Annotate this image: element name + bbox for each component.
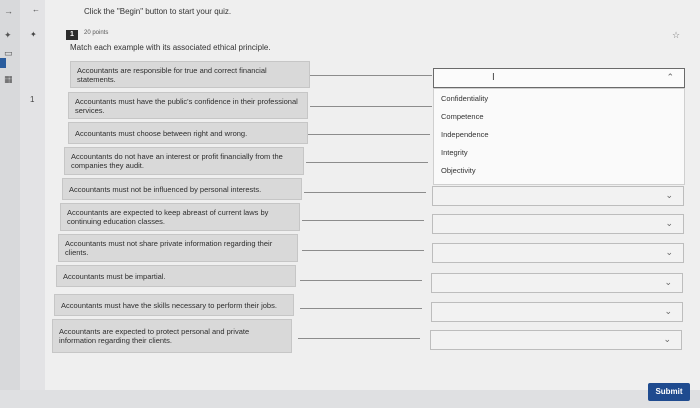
match-statement[interactable]: Accountants must have the skills necessa… xyxy=(54,294,294,316)
match-dropdown[interactable]: ⌄ xyxy=(431,273,683,293)
connector-line xyxy=(302,250,424,251)
chevron-down-icon[interactable]: ⌄ xyxy=(664,277,672,288)
match-dropdown[interactable]: ⌄ xyxy=(432,214,684,234)
nav-back-icon[interactable]: ← xyxy=(32,5,40,14)
chevron-down-icon[interactable]: ⌄ xyxy=(665,247,673,258)
submit-button[interactable]: Submit xyxy=(648,383,690,401)
match-statement[interactable]: Accountants are expected to keep abreast… xyxy=(60,203,300,231)
active-indicator xyxy=(0,58,6,68)
dropdown-menu: Confidentiality Competence Independence … xyxy=(433,88,685,185)
question-index-number[interactable]: 1 xyxy=(30,95,34,104)
question-number-badge: 1 xyxy=(66,30,78,40)
match-dropdown-open[interactable]: I ⌃ xyxy=(433,68,685,88)
connector-line xyxy=(306,162,428,163)
connector-line xyxy=(300,280,422,281)
connector-line xyxy=(304,192,426,193)
match-dropdown[interactable]: ⌄ xyxy=(432,186,684,206)
match-statement[interactable]: Accountants must be impartial. xyxy=(56,265,296,287)
grid-icon[interactable]: ▦ xyxy=(4,74,13,85)
flag-question-icon[interactable]: ☆ xyxy=(672,30,680,41)
question-index-column: ← ✦ 1 xyxy=(20,0,45,408)
connector-line xyxy=(308,134,430,135)
chevron-down-icon[interactable]: ⌄ xyxy=(665,218,673,229)
connector-line xyxy=(298,338,420,339)
chevron-down-icon[interactable]: ⌄ xyxy=(664,306,672,317)
match-statement[interactable]: Accountants are responsible for true and… xyxy=(70,61,310,88)
chevron-up-icon[interactable]: ⌃ xyxy=(666,72,674,83)
question-prompt: Match each example with its associated e… xyxy=(70,43,271,52)
dropdown-option[interactable]: Independence xyxy=(441,130,489,139)
browser-side-rail: → ✦ ▭ ▦ xyxy=(0,0,21,408)
dropdown-option[interactable]: Confidentiality xyxy=(441,94,488,103)
arrow-icon[interactable]: → xyxy=(4,6,13,16)
match-statement[interactable]: Accountants must not share private infor… xyxy=(58,234,298,262)
match-dropdown[interactable]: ⌄ xyxy=(430,330,682,350)
question-points: 20 points xyxy=(84,30,109,36)
dropdown-option[interactable]: Integrity xyxy=(441,148,468,157)
star-marker-icon: ✦ xyxy=(30,30,37,39)
text-cursor-icon: I xyxy=(492,72,495,83)
connector-line xyxy=(310,75,432,76)
connector-line xyxy=(302,220,424,221)
chevron-down-icon[interactable]: ⌄ xyxy=(663,334,671,345)
match-statement[interactable]: Accountants are expected to protect pers… xyxy=(52,319,292,353)
match-statement[interactable]: Accountants must choose between right an… xyxy=(68,122,308,144)
connector-line xyxy=(310,106,432,107)
match-statement[interactable]: Accountants must not be influenced by pe… xyxy=(62,178,302,200)
match-dropdown[interactable]: ⌄ xyxy=(432,243,684,263)
chevron-down-icon[interactable]: ⌄ xyxy=(665,190,673,201)
bottom-bar xyxy=(0,390,700,408)
dropdown-option[interactable]: Objectivity xyxy=(441,166,476,175)
quiz-instruction: Click the "Begin" button to start your q… xyxy=(84,7,232,16)
match-statement[interactable]: Accountants must have the public's confi… xyxy=(68,92,308,119)
dropdown-option[interactable]: Competence xyxy=(441,112,484,121)
match-dropdown[interactable]: ⌄ xyxy=(431,302,683,322)
match-statement[interactable]: Accountants do not have an interest or p… xyxy=(64,147,304,175)
star-icon[interactable]: ✦ xyxy=(4,30,12,41)
connector-line xyxy=(300,308,422,309)
